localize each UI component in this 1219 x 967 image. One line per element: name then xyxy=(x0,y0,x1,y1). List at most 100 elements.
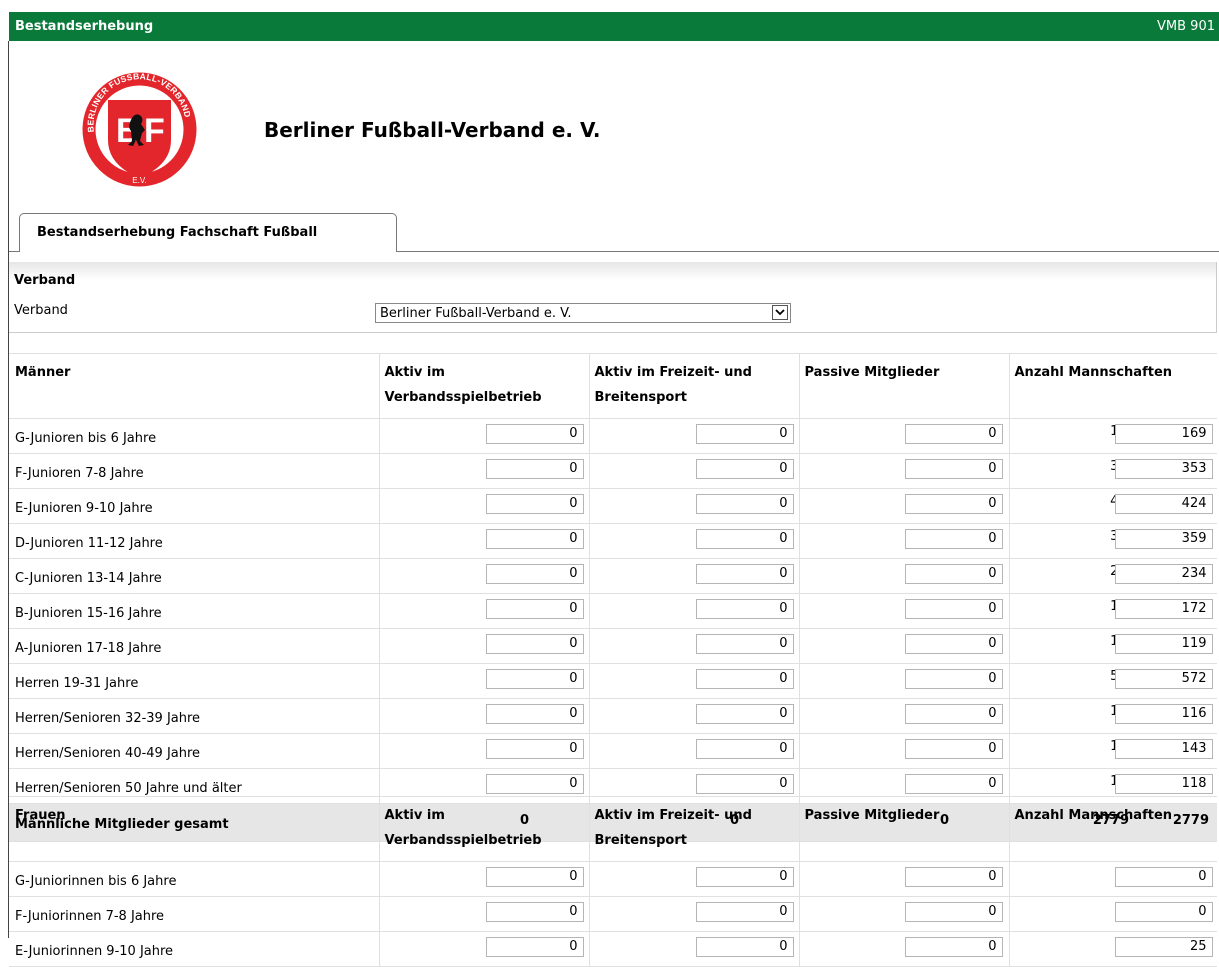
mannschaften-input[interactable]: 353 xyxy=(1114,459,1213,479)
aktiv-input[interactable]: 0 xyxy=(485,494,584,514)
mannschaften-input[interactable]: 424 xyxy=(1114,494,1213,514)
aktiv-input[interactable]: 0 xyxy=(485,867,584,887)
freizeit-input[interactable]: 0 xyxy=(695,669,794,689)
col-header-aktiv: Aktiv im Verbandsspielbetrieb xyxy=(379,796,590,862)
group-title: Männer xyxy=(9,353,380,419)
row-label: A-Junioren 17-18 Jahre xyxy=(9,628,380,664)
cell-freizeit: 0 xyxy=(589,418,800,454)
aktiv-input[interactable]: 0 xyxy=(485,424,584,444)
aktiv-input[interactable]: 0 xyxy=(485,669,584,689)
cell-aktiv: 0 xyxy=(379,931,590,967)
maenner-table: Männer Aktiv im Verbandsspielbetrieb Akti… xyxy=(9,353,1217,842)
cell-mannschaften: 572572 xyxy=(1009,663,1217,699)
cell-aktiv: 0 xyxy=(379,896,590,932)
mannschaften-input[interactable]: 25 xyxy=(1114,937,1213,957)
freizeit-input[interactable]: 0 xyxy=(695,599,794,619)
cell-mannschaften: 00 xyxy=(1009,896,1217,932)
row-label: C-Junioren 13-14 Jahre xyxy=(9,558,380,594)
aktiv-input[interactable]: 0 xyxy=(485,774,584,794)
mannschaften-input[interactable]: 0 xyxy=(1114,867,1213,887)
cell-freizeit: 0 xyxy=(589,593,800,629)
cell-passiv: 0 xyxy=(799,593,1010,629)
freizeit-input[interactable]: 0 xyxy=(695,867,794,887)
mannschaften-input[interactable]: 143 xyxy=(1114,739,1213,759)
freizeit-input[interactable]: 0 xyxy=(695,704,794,724)
mannschaften-input[interactable]: 0 xyxy=(1114,902,1213,922)
cell-mannschaften: 2525 xyxy=(1009,931,1217,967)
col-header-freizeit: Aktiv im Freizeit- und Breitensport xyxy=(589,796,800,862)
mannschaften-input[interactable]: 116 xyxy=(1114,704,1213,724)
cell-freizeit: 0 xyxy=(589,628,800,664)
mannschaften-input[interactable]: 172 xyxy=(1114,599,1213,619)
passiv-input[interactable]: 0 xyxy=(904,739,1003,759)
verband-select-value: Berliner Fußball-Verband e. V. xyxy=(380,306,572,321)
freizeit-input[interactable]: 0 xyxy=(695,424,794,444)
mannschaften-input[interactable]: 572 xyxy=(1114,669,1213,689)
passiv-input[interactable]: 0 xyxy=(904,494,1003,514)
cell-freizeit: 0 xyxy=(589,453,800,489)
passiv-input[interactable]: 0 xyxy=(904,564,1003,584)
tab-fachschaft-fussball[interactable]: Bestandserhebung Fachschaft Fußball xyxy=(19,213,397,252)
cell-freizeit: 0 xyxy=(589,558,800,594)
chevron-down-icon[interactable] xyxy=(772,305,788,320)
table-row: E-Juniorinnen 9-10 Jahre 0 0 0 2525 xyxy=(9,931,1217,967)
freizeit-input[interactable]: 0 xyxy=(695,937,794,957)
freizeit-input[interactable]: 0 xyxy=(695,494,794,514)
cell-freizeit: 0 xyxy=(589,523,800,559)
freizeit-input[interactable]: 0 xyxy=(695,564,794,584)
svg-text:F: F xyxy=(144,112,165,150)
cell-freizeit: 0 xyxy=(589,931,800,967)
row-label: Herren/Senioren 32-39 Jahre xyxy=(9,698,380,734)
aktiv-input[interactable]: 0 xyxy=(485,902,584,922)
passiv-input[interactable]: 0 xyxy=(904,599,1003,619)
freizeit-input[interactable]: 0 xyxy=(695,459,794,479)
aktiv-input[interactable]: 0 xyxy=(485,704,584,724)
passiv-input[interactable]: 0 xyxy=(904,774,1003,794)
row-label: F-Junioren 7-8 Jahre xyxy=(9,453,380,489)
freizeit-input[interactable]: 0 xyxy=(695,902,794,922)
passiv-input[interactable]: 0 xyxy=(904,634,1003,654)
cell-freizeit: 0 xyxy=(589,488,800,524)
frauen-table: Frauen Aktiv im Verbandsspielbetrieb Akti… xyxy=(9,796,1217,967)
aktiv-input[interactable]: 0 xyxy=(485,529,584,549)
title-bar: Bestandserhebung VMB 901 xyxy=(9,12,1219,41)
passiv-input[interactable]: 0 xyxy=(904,937,1003,957)
aktiv-input[interactable]: 0 xyxy=(485,459,584,479)
verband-select[interactable]: Berliner Fußball-Verband e. V. xyxy=(375,303,791,323)
table-header: Frauen Aktiv im Verbandsspielbetrieb Akti… xyxy=(9,796,1217,862)
cell-aktiv: 0 xyxy=(379,593,590,629)
cell-freizeit: 0 xyxy=(589,698,800,734)
mannschaften-input[interactable]: 169 xyxy=(1114,424,1213,444)
section-title: Verband xyxy=(14,273,76,288)
freizeit-input[interactable]: 0 xyxy=(695,774,794,794)
mannschaften-input[interactable]: 359 xyxy=(1114,529,1213,549)
passiv-input[interactable]: 0 xyxy=(904,529,1003,549)
cell-mannschaften: 143143 xyxy=(1009,733,1217,769)
row-label: E-Juniorinnen 9-10 Jahre xyxy=(9,931,380,967)
aktiv-input[interactable]: 0 xyxy=(485,739,584,759)
mannschaften-input[interactable]: 118 xyxy=(1114,774,1213,794)
row-label: F-Juniorinnen 7-8 Jahre xyxy=(9,896,380,932)
mannschaften-input[interactable]: 119 xyxy=(1114,634,1213,654)
freizeit-input[interactable]: 0 xyxy=(695,634,794,654)
aktiv-input[interactable]: 0 xyxy=(485,634,584,654)
cell-mannschaften: 359359 xyxy=(1009,523,1217,559)
freizeit-input[interactable]: 0 xyxy=(695,739,794,759)
passiv-input[interactable]: 0 xyxy=(904,867,1003,887)
passiv-input[interactable]: 0 xyxy=(904,669,1003,689)
passiv-input[interactable]: 0 xyxy=(904,424,1003,444)
row-label: Herren/Senioren 40-49 Jahre xyxy=(9,733,380,769)
col-header-passiv: Passive Mitglieder xyxy=(799,796,1010,862)
freizeit-input[interactable]: 0 xyxy=(695,529,794,549)
cell-aktiv: 0 xyxy=(379,523,590,559)
mannschaften-input[interactable]: 234 xyxy=(1114,564,1213,584)
table-row: Herren/Senioren 32-39 Jahre 0 0 0 116116 xyxy=(9,698,1217,734)
passiv-input[interactable]: 0 xyxy=(904,704,1003,724)
col-header-mannschaften: Anzahl Mannschaften xyxy=(1009,353,1217,419)
passiv-input[interactable]: 0 xyxy=(904,459,1003,479)
cell-mannschaften: 00 xyxy=(1009,861,1217,897)
aktiv-input[interactable]: 0 xyxy=(485,937,584,957)
passiv-input[interactable]: 0 xyxy=(904,902,1003,922)
aktiv-input[interactable]: 0 xyxy=(485,599,584,619)
aktiv-input[interactable]: 0 xyxy=(485,564,584,584)
